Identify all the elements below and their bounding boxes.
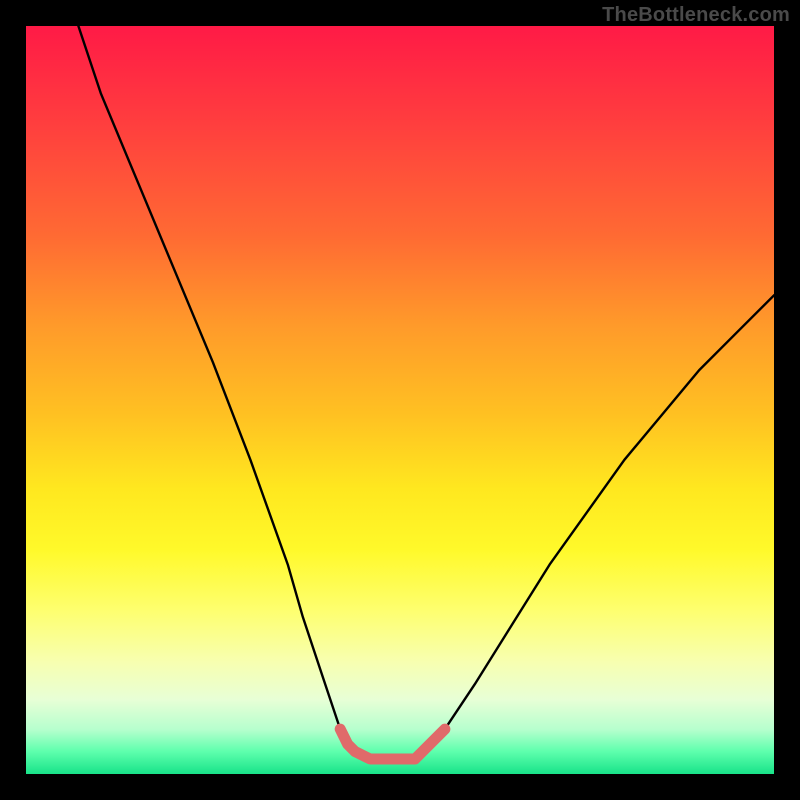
bottleneck-curve (78, 26, 774, 759)
chart-frame: TheBottleneck.com (0, 0, 800, 800)
plot-area (26, 26, 774, 774)
chart-svg (26, 26, 774, 774)
optimal-range-highlight (340, 729, 445, 759)
watermark-text: TheBottleneck.com (602, 4, 790, 27)
